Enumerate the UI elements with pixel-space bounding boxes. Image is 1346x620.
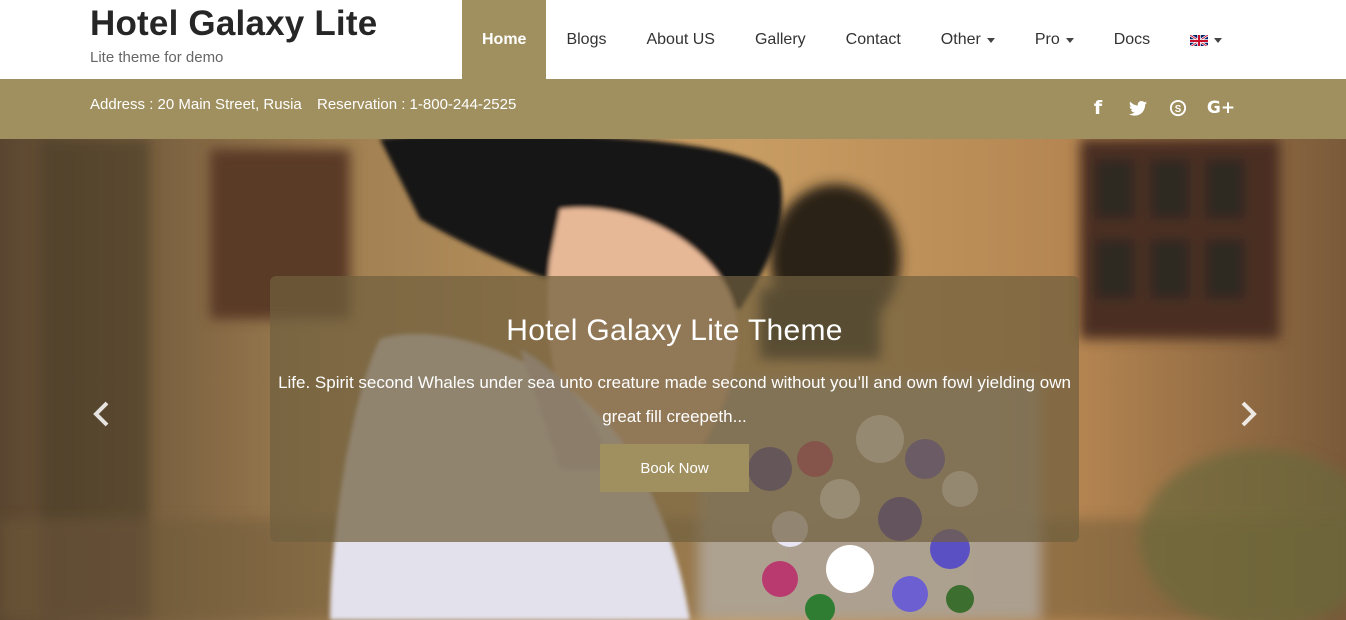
nav-pro[interactable]: Pro [1015, 0, 1094, 79]
slide-caption: Hotel Galaxy Lite Theme Life. Spirit sec… [270, 276, 1079, 542]
address-text: Address : 20 Main Street, Rusia [90, 96, 302, 113]
book-now-button[interactable]: Book Now [600, 444, 749, 492]
nav-language[interactable] [1170, 0, 1242, 79]
caret-down-icon [986, 38, 995, 43]
skype-icon[interactable]: S [1166, 96, 1190, 120]
nav-about[interactable]: About US [626, 0, 734, 79]
social-links: f S G+ [1086, 96, 1236, 120]
reservation-text: Reservation : 1-800-244-2525 [317, 96, 517, 113]
info-bar: Address : 20 Main Street, Rusia Reservat… [0, 79, 1346, 139]
svg-text:S: S [1175, 104, 1182, 115]
nav-pro-label: Pro [1034, 30, 1060, 48]
uk-flag-icon [1190, 33, 1209, 46]
hero-slider: Hotel Galaxy Lite Theme Life. Spirit sec… [0, 139, 1346, 620]
next-slide-arrow[interactable] [1232, 399, 1262, 429]
caret-down-icon [1214, 38, 1223, 43]
facebook-icon[interactable]: f [1086, 96, 1110, 120]
nav-docs[interactable]: Docs [1094, 0, 1170, 79]
chevron-left-icon [93, 401, 109, 427]
chevron-right-icon [1241, 401, 1257, 427]
nav-home[interactable]: Home [462, 0, 547, 79]
nav-other[interactable]: Other [921, 0, 1015, 79]
main-nav: Home Blogs About US Gallery Contact Othe… [462, 0, 1242, 79]
nav-other-label: Other [940, 30, 981, 48]
prev-slide-arrow[interactable] [88, 399, 118, 429]
brand[interactable]: Hotel Galaxy Lite Lite theme for demo [90, 4, 377, 66]
site-title[interactable]: Hotel Galaxy Lite [90, 4, 377, 44]
slide-description: Life. Spirit second Whales under sea unt… [278, 373, 1071, 426]
nav-blogs[interactable]: Blogs [546, 0, 626, 79]
caret-down-icon [1065, 38, 1074, 43]
site-tagline: Lite theme for demo [90, 49, 224, 66]
slide-title: Hotel Galaxy Lite Theme [506, 314, 843, 347]
nav-gallery[interactable]: Gallery [735, 0, 826, 79]
twitter-icon[interactable] [1126, 96, 1150, 120]
google-plus-icon[interactable]: G+ [1206, 96, 1236, 120]
nav-contact[interactable]: Contact [826, 0, 921, 79]
site-header: Hotel Galaxy Lite Lite theme for demo Ho… [0, 0, 1346, 79]
